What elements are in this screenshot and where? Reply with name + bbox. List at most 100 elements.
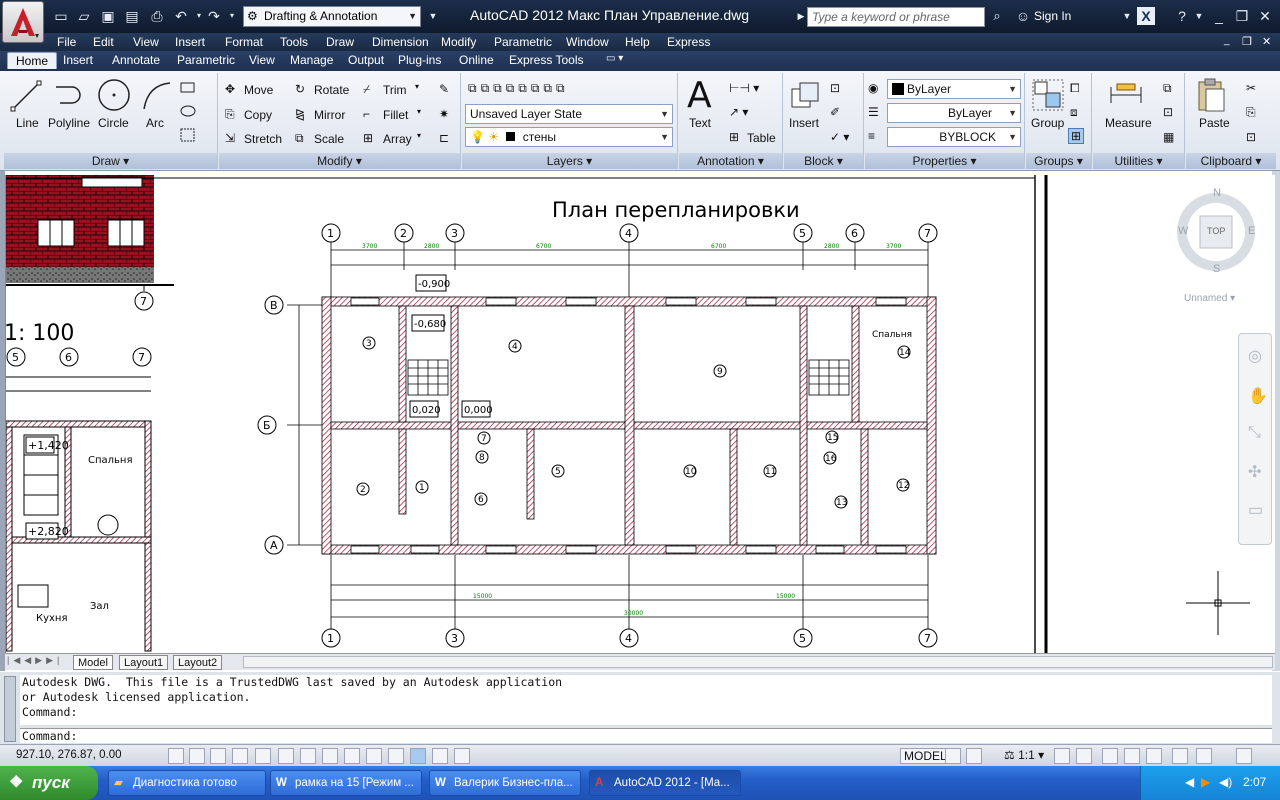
tab-manage[interactable]: Manage (290, 53, 333, 67)
tab-output[interactable]: Output (348, 53, 384, 67)
layer-dropdown[interactable]: 💡 ☀ стены ▼ (465, 127, 673, 147)
lineweight-dropdown[interactable]: BYBLOCK ▼ (887, 127, 1021, 147)
taskbar-item-autocad[interactable]: A AutoCAD 2012 - [Ma... (589, 770, 741, 796)
leader-icon[interactable]: ↗ ▾ (729, 105, 748, 119)
polar-tracking-icon[interactable] (255, 748, 271, 764)
volume-icon[interactable]: ◀) (1219, 775, 1232, 789)
cut-icon[interactable]: ✂ (1246, 81, 1256, 95)
open-file-icon[interactable]: ▱ (75, 7, 93, 25)
tab-plugins[interactable]: Plug-ins (398, 53, 441, 67)
doc-close-icon[interactable]: ✕ (1262, 35, 1271, 48)
mirror-button[interactable]: Mirror (314, 108, 345, 122)
annotation-scale[interactable]: ⚖ 1:1 ▾ (1004, 748, 1044, 762)
doc-minimize-icon[interactable]: _ (1224, 35, 1230, 46)
plot-icon[interactable]: ⎙ (148, 7, 166, 25)
draw-panel-title[interactable]: Draw ▾ (4, 153, 217, 169)
group-selection-toggle-icon[interactable]: ⊞ (1068, 128, 1085, 144)
lineweight-toggle-icon[interactable] (388, 748, 404, 764)
trim-button[interactable]: Trim (383, 83, 407, 97)
copy-button[interactable]: Copy (244, 108, 272, 122)
ortho-mode-icon[interactable] (232, 748, 248, 764)
tab-insert[interactable]: Insert (63, 53, 93, 67)
clipboard-panel-title[interactable]: Clipboard ▾ (1186, 153, 1276, 169)
dynamic-input-icon[interactable] (366, 748, 382, 764)
compass-south[interactable]: S (1213, 263, 1220, 275)
tab-parametric[interactable]: Parametric (177, 53, 235, 67)
menu-express[interactable]: Express (667, 35, 710, 49)
menu-insert[interactable]: Insert (175, 35, 205, 49)
group-edit-icon[interactable]: ⧈ (1070, 105, 1078, 120)
sign-in-dropdown-icon[interactable]: ▼ (1118, 7, 1136, 25)
create-block-icon[interactable]: ⊡ (830, 81, 840, 95)
move-button[interactable]: Move (244, 83, 273, 97)
redo-dropdown-icon[interactable]: ▾ (223, 7, 241, 25)
quick-select-icon[interactable]: ⧉ (1163, 81, 1172, 96)
tab-model[interactable]: Model (73, 655, 113, 670)
circle-icon[interactable] (96, 77, 132, 113)
3d-object-snap-icon[interactable] (300, 748, 316, 764)
menu-edit[interactable]: Edit (93, 35, 114, 49)
transparency-icon[interactable] (410, 748, 426, 764)
taskbar-item-word-2[interactable]: W Валерик Бизнес-пла... (429, 770, 581, 796)
erase-icon[interactable]: ✎ (439, 82, 449, 96)
groups-panel-title[interactable]: Groups ▾ (1026, 153, 1091, 169)
group-icon[interactable] (1032, 79, 1064, 111)
isolate-objects-icon[interactable] (1172, 748, 1188, 764)
rotate-button[interactable]: Rotate (314, 83, 349, 97)
hatch-icon[interactable] (180, 104, 196, 118)
ucs-menu[interactable]: Unnamed ▾ (1184, 293, 1235, 304)
search-input[interactable]: Type a keyword or phrase (807, 7, 985, 27)
workspace-switching-icon[interactable] (1102, 748, 1118, 764)
scale-button[interactable]: Scale (314, 132, 344, 146)
menu-file[interactable]: File (57, 35, 76, 49)
group-button-label[interactable]: Group (1031, 116, 1064, 130)
redo-icon[interactable]: ↷ (205, 7, 223, 25)
menu-window[interactable]: Window (566, 35, 609, 49)
command-window-grip[interactable] (4, 676, 16, 742)
text-button-label[interactable]: Text (689, 116, 711, 130)
help-icon[interactable]: ? (1173, 7, 1191, 25)
measure-icon[interactable] (1109, 83, 1143, 105)
sign-in-link[interactable]: Sign In (1034, 9, 1071, 23)
layer-tools-icons[interactable]: ⧉⧉⧉⧉⧉⧉⧉⧉ (468, 81, 569, 96)
fillet-button[interactable]: Fillet (383, 108, 408, 122)
save-as-icon[interactable]: ▤ (123, 7, 141, 25)
minimize-window-icon[interactable]: _ (1210, 7, 1228, 25)
annotation-visibility-icon[interactable] (1054, 748, 1070, 764)
application-menu-button[interactable] (2, 1, 44, 43)
menu-modify[interactable]: Modify (441, 35, 476, 49)
quick-access-customize-icon[interactable]: ▼ (424, 7, 442, 25)
restore-window-icon[interactable]: ❐ (1233, 7, 1251, 25)
insert-button-label[interactable]: Insert (789, 116, 819, 130)
text-icon[interactable]: A (687, 75, 712, 116)
zoom-icon[interactable]: ⤡ (1248, 424, 1261, 442)
compass-north[interactable]: N (1213, 187, 1221, 199)
quick-view-drawings-icon[interactable] (966, 748, 982, 764)
insert-block-icon[interactable] (790, 81, 820, 111)
horizontal-scrollbar[interactable] (243, 656, 1273, 668)
measure-button-label[interactable]: Measure (1105, 116, 1152, 130)
help-dropdown-icon[interactable]: ▼ (1190, 7, 1208, 25)
explode-icon[interactable]: ✷ (439, 107, 449, 121)
layers-panel-title[interactable]: Layers ▾ (462, 153, 677, 169)
stretch-button[interactable]: Stretch (244, 132, 282, 146)
rectangle-icon[interactable] (180, 81, 196, 95)
menu-help[interactable]: Help (625, 35, 650, 49)
table-button[interactable]: Table (747, 131, 776, 145)
ungroup-icon[interactable]: ⧠ (1070, 81, 1080, 96)
steering-wheel-icon[interactable]: ◎ (1248, 346, 1262, 366)
menu-tools[interactable]: Tools (280, 35, 308, 49)
object-snap-icon[interactable] (278, 748, 294, 764)
utilities-panel-title[interactable]: Utilities ▾ (1093, 153, 1184, 169)
linetype-dropdown[interactable]: ByLayer ▼ (887, 103, 1021, 123)
dynamic-ucs-icon[interactable] (344, 748, 360, 764)
selection-cycling-icon[interactable] (454, 748, 470, 764)
auto-scale-icon[interactable] (1076, 748, 1092, 764)
save-icon[interactable]: ▣ (99, 7, 117, 25)
match-properties-icon[interactable]: ⊡ (1246, 130, 1256, 144)
compass-west[interactable]: W (1178, 225, 1188, 237)
polyline-icon[interactable] (52, 79, 86, 113)
model-space-button[interactable]: MODEL (900, 748, 951, 764)
tray-app-icon[interactable]: ▶ (1201, 775, 1210, 789)
paste-button-label[interactable]: Paste (1199, 116, 1230, 130)
